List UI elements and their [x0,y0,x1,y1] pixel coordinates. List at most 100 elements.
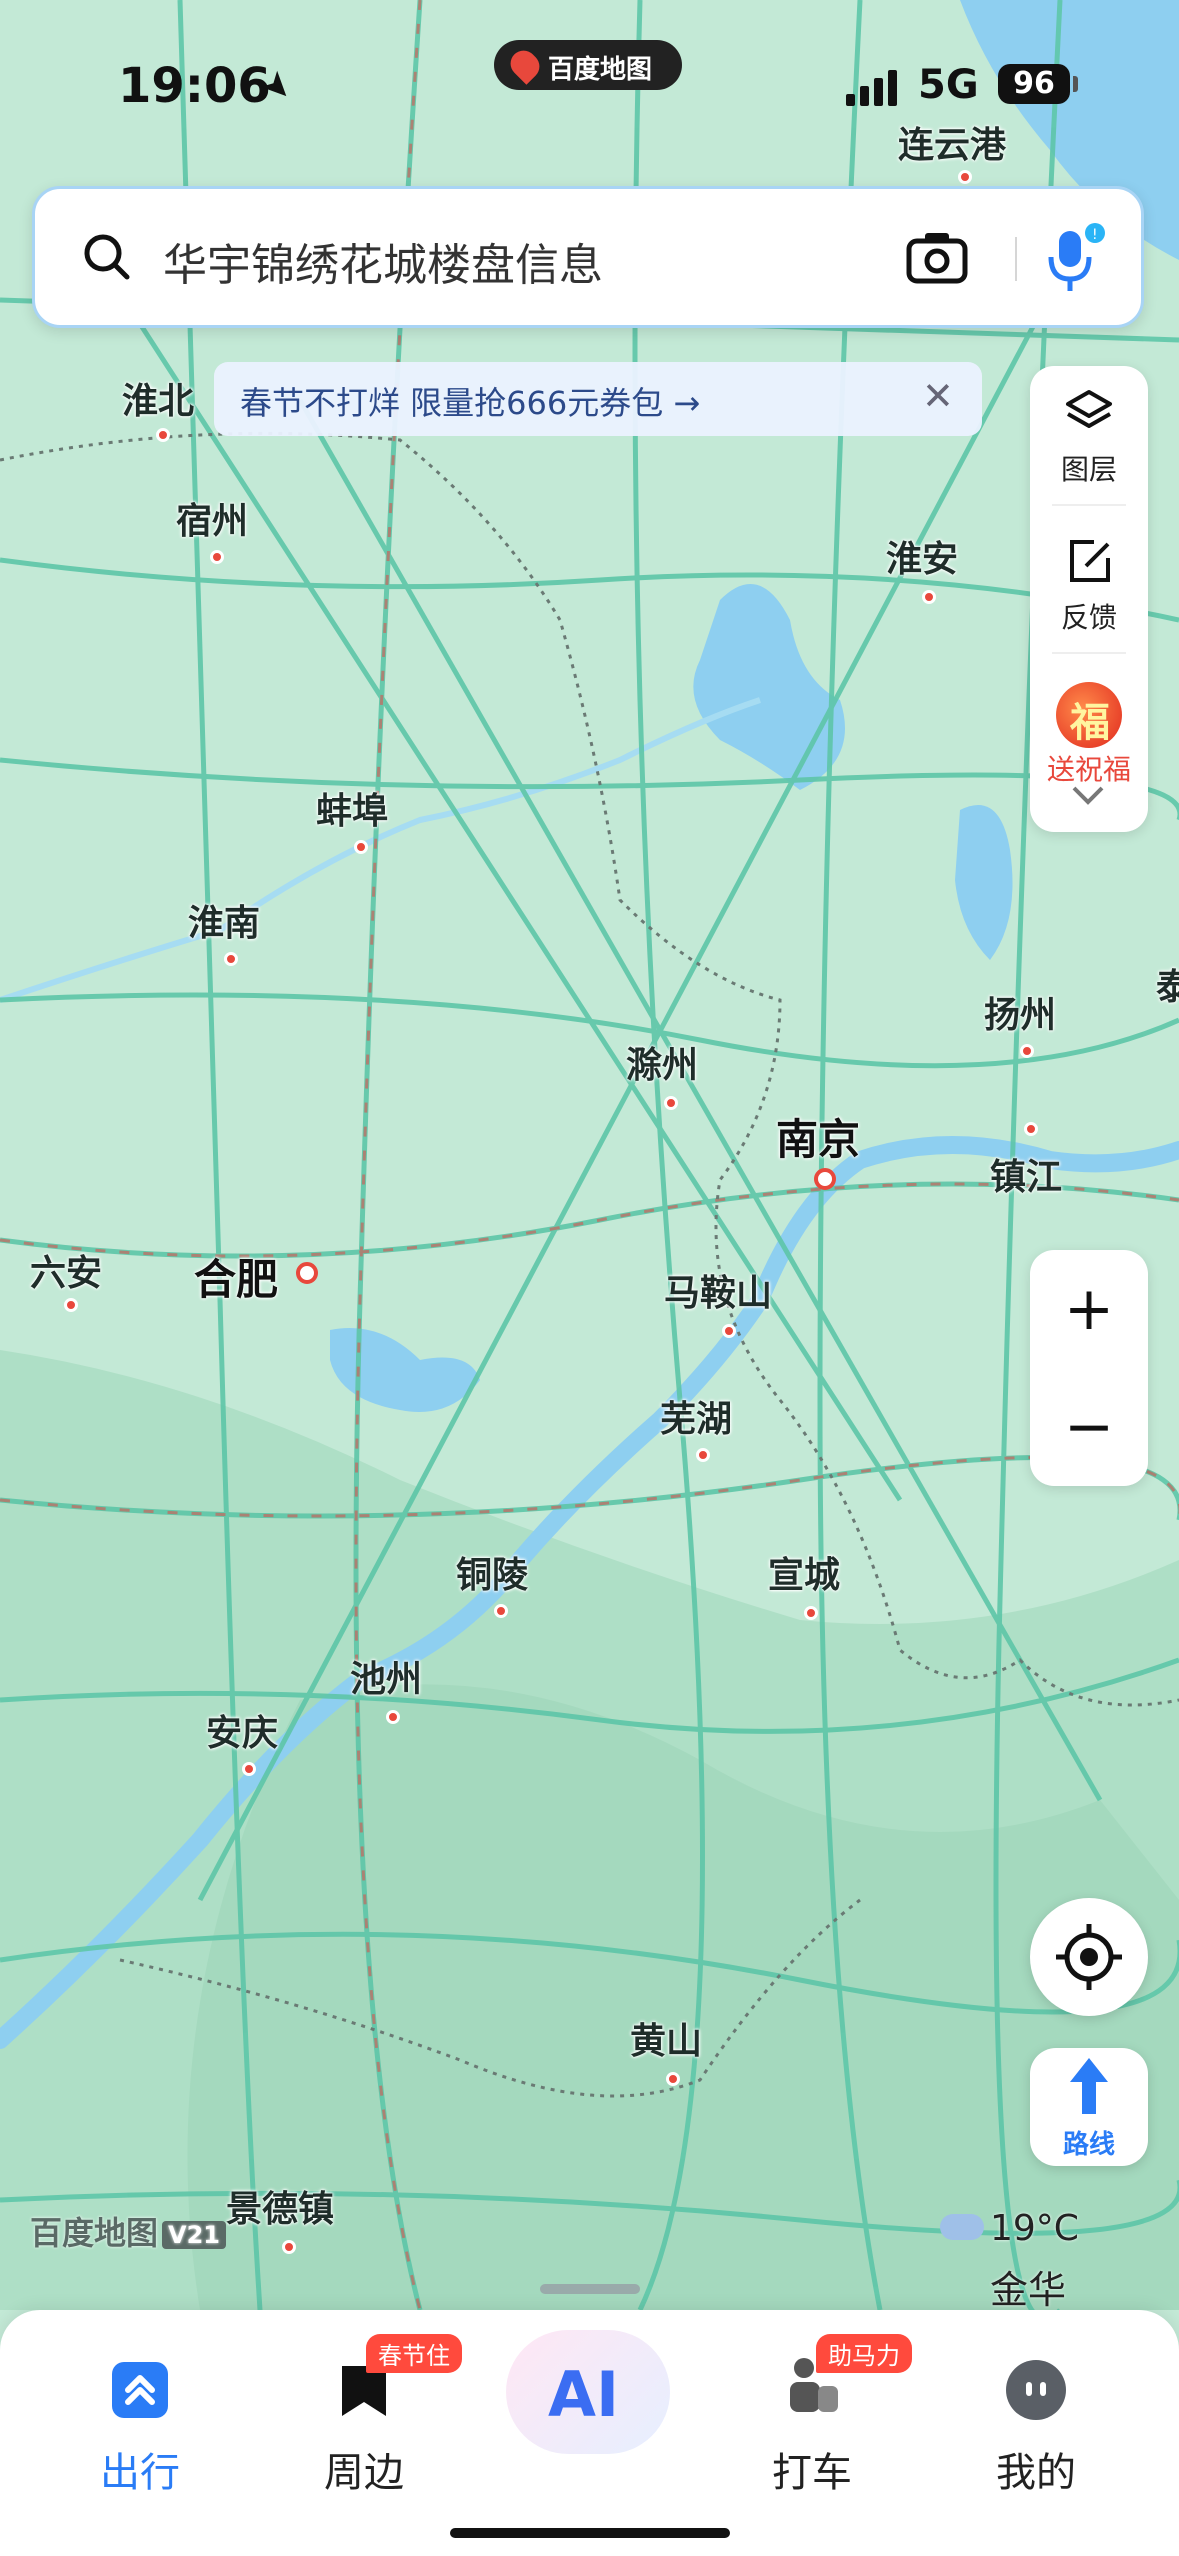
nav-item-taxi[interactable]: 助马力 打车 [712,2334,912,2500]
feedback-button[interactable]: 反馈 [1030,514,1148,644]
city-label-anqing[interactable]: 安庆 [206,1704,278,1756]
city-dot [666,2072,680,2086]
city-label-huangshan[interactable]: 黄山 [630,2012,702,2064]
fortune-button[interactable]: 福 送祝福 [1030,662,1148,792]
city-dot [722,1324,736,1338]
city-dot [922,590,936,604]
nav-label: 我的 [996,2450,1076,2496]
ai-button[interactable]: AI [506,2330,670,2454]
ai-label: AI [548,2358,620,2431]
layers-label: 图层 [1060,453,1117,486]
profile-icon [1006,2360,1066,2420]
nav-item-travel[interactable]: 出行 [40,2340,240,2500]
weather-city: 金华 [990,2268,1067,2312]
search-box[interactable]: 华宇锦绣花城楼盘信息 ! [32,186,1144,328]
nav-label: 打车 [772,2450,852,2496]
city-dot [1024,1122,1038,1136]
city-label-xuancheng[interactable]: 宣城 [768,1546,840,1598]
app-indicator[interactable]: 百度地图 [494,40,682,90]
nav-badge: 春节住 [366,2334,462,2373]
cloud-icon [940,2214,984,2240]
weather-widget[interactable]: 19°C 金华 [940,2208,1079,2314]
city-dot [210,550,224,564]
city-dot [354,840,368,854]
nav-label: 出行 [100,2450,180,2496]
city-dot [664,1096,678,1110]
locate-button[interactable] [1030,1898,1148,2016]
city-label-hefei[interactable]: 合肥 [194,1246,278,1307]
city-label-zhenjiang[interactable]: 镇江 [990,1148,1062,1200]
city-label-yangzhou[interactable]: 扬州 [984,986,1056,1038]
city-dot-capital [814,1168,836,1190]
city-label-jingdezhen[interactable]: 景德镇 [226,2180,334,2232]
city-dot [386,1710,400,1724]
crosshair-icon [1056,1924,1122,1990]
close-icon[interactable]: ✕ [922,374,954,418]
home-indicator [450,2528,730,2538]
city-dot [156,428,170,442]
city-label-chizhou[interactable]: 池州 [350,1650,422,1702]
city-dot [224,952,238,966]
signal-icon [846,70,900,106]
feedback-label: 反馈 [1060,601,1117,634]
nav-item-nearby[interactable]: 春节住 周边 [264,2334,464,2500]
city-label-wuhu[interactable]: 芜湖 [660,1390,732,1442]
chevron-down-icon[interactable] [1070,784,1106,808]
divider [1052,652,1126,654]
city-dot [242,1762,256,1776]
camera-icon[interactable] [905,229,969,285]
edit-icon [1070,540,1110,582]
city-dot [696,1448,710,1462]
city-label-chuzhou[interactable]: 滁州 [626,1036,698,1088]
zoom-in-button[interactable]: + [1030,1250,1148,1368]
map-brand: 百度地图 V21 [30,2208,226,2254]
city-label-maanshan[interactable]: 马鞍山 [664,1264,772,1316]
city-dot-capital [296,1262,318,1284]
city-label-huaian[interactable]: 淮安 [886,530,958,582]
route-button[interactable]: 路线 [1030,2048,1148,2166]
nav-badge: 助马力 [816,2334,912,2373]
promo-banner[interactable]: 春节不打烊 限量抢666元券包 → ✕ [214,362,982,436]
map-version: V21 [162,2221,226,2249]
network-type: 5G [918,62,979,108]
search-input[interactable]: 华宇锦绣花城楼盘信息 [163,229,603,293]
search-icon [84,234,130,280]
search-divider [1015,237,1017,281]
nav-label: 周边 [324,2450,404,2496]
layers-icon [1066,390,1112,428]
travel-icon [112,2362,168,2418]
map-tools-panel: 图层 反馈 福 送祝福 [1030,366,1148,832]
city-label-huaibei[interactable]: 淮北 [122,372,194,424]
fortune-label: 送祝福 [1046,753,1131,786]
battery-indicator: 96 [998,64,1070,104]
city-dot [804,1606,818,1620]
city-dot [494,1604,508,1618]
divider [1052,504,1126,506]
promo-text[interactable]: 春节不打烊 限量抢666元券包 → [240,378,700,424]
city-dot [1020,1044,1034,1058]
layers-button[interactable]: 图层 [1030,366,1148,496]
city-label-bengbu[interactable]: 蚌埠 [316,782,388,834]
map-brand-name: 百度地图 [30,2214,159,2252]
nav-item-mine[interactable]: 我的 [936,2340,1136,2500]
status-time: 19:06 [118,58,271,114]
zoom-out-button[interactable]: − [1030,1368,1148,1486]
route-arrow-icon [1070,2058,1108,2114]
bottom-nav: 出行 春节住 周边 AI 助马力 打车 我的 [0,2284,1179,2556]
map-pin-icon [505,45,545,85]
route-label: 路线 [1062,2130,1115,2160]
drag-handle[interactable] [540,2284,640,2294]
status-bar: 19:06 ➤ 百度地图 5G 96 [0,40,1179,130]
fortune-icon: 福 [1056,682,1122,748]
city-label-nanjing[interactable]: 南京 [776,1106,860,1167]
city-dot [64,1298,78,1312]
city-label-suzhou[interactable]: 宿州 [176,492,248,544]
city-label-luan[interactable]: 六安 [30,1244,102,1296]
city-label-tongling[interactable]: 铜陵 [456,1546,528,1598]
city-label-huainan[interactable]: 淮南 [188,894,260,946]
city-dot [282,2240,296,2254]
app-indicator-label: 百度地图 [548,55,653,85]
microphone-icon[interactable]: ! [1045,223,1105,295]
city-label-taizhou[interactable]: 泰 [1156,958,1179,1010]
zoom-controls: + − [1030,1250,1148,1486]
